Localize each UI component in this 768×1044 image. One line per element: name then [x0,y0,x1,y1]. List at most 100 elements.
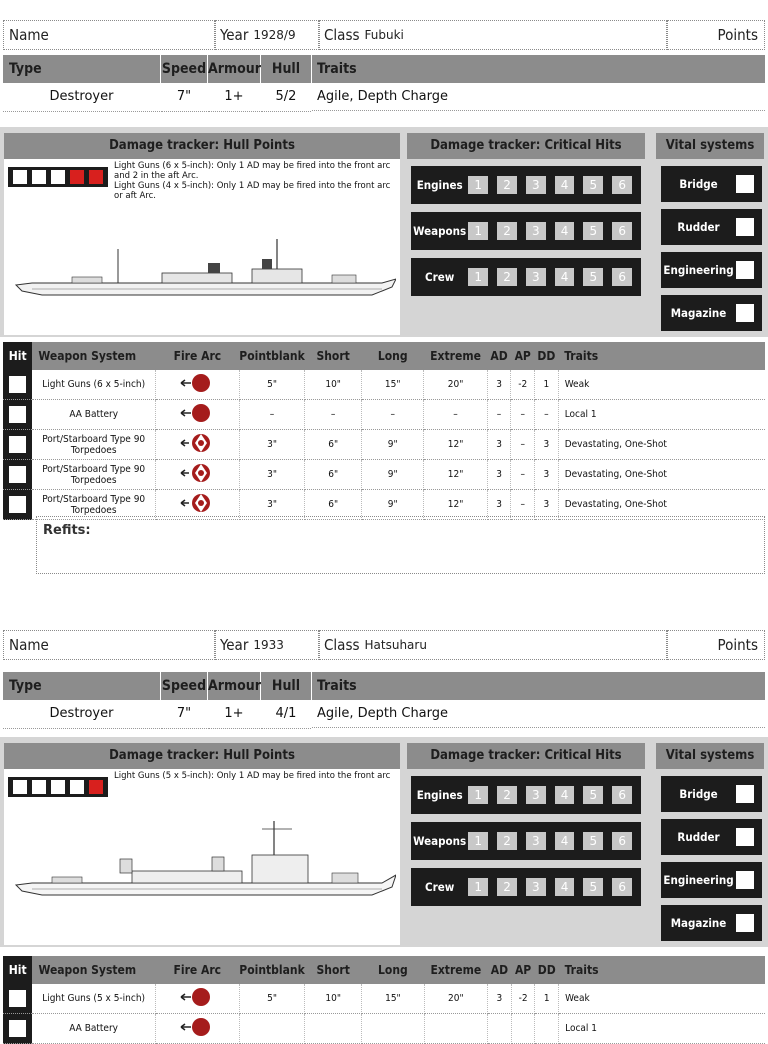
crit-box[interactable]: 6 [612,832,633,850]
vital-checkbox[interactable] [736,914,754,932]
crit-box[interactable]: 3 [525,268,546,286]
damage-zone: Damage tracker: Hull Points Light Guns (… [0,737,768,947]
vital-checkbox[interactable] [736,261,754,279]
vital-label: Rudder [677,220,720,234]
crit-box[interactable]: 2 [497,268,517,286]
weapon-pb-cell: 5" [239,370,306,400]
hull-point-box[interactable] [89,780,103,794]
hit-cell [3,984,33,1014]
crit-box[interactable]: 5 [583,268,604,286]
weapon-row: Port/Starboard Type 90 Torpedoes 3" 6" 9" 12… [3,489,765,520]
traits-value: Agile, Depth Charge [312,700,765,728]
weapon-traits-cell: Weak [558,370,765,400]
crit-box[interactable]: 1 [468,176,489,194]
crit-box[interactable]: 4 [554,786,575,804]
vital-checkbox[interactable] [736,871,754,889]
crit-row-label: Engines [416,178,463,192]
crit-box[interactable]: 3 [525,878,546,896]
weapon-traits-cell: Local 1 [558,1013,765,1044]
vital-checkbox[interactable] [736,218,754,236]
fire-arc-cell [155,399,240,430]
vital-checkbox[interactable] [736,785,754,803]
armour-value: 1+ [208,700,260,729]
weapons-header-cell: Traits [558,342,765,370]
class-label: Class [324,26,360,44]
hit-checkbox[interactable] [9,1020,27,1037]
crit-box[interactable]: 1 [468,878,489,896]
crit-box[interactable]: 5 [583,786,604,804]
crit-box[interactable]: 2 [497,786,517,804]
crit-box[interactable]: 5 [583,222,604,240]
weapon-ap-cell: – [510,399,536,430]
crit-box[interactable]: 5 [583,878,604,896]
weapon-extreme-cell: 20" [424,984,489,1014]
crit-box[interactable]: 3 [525,222,546,240]
fire-arc-turret-icon [180,988,211,1006]
weapon-long-cell: 9" [361,459,425,490]
crit-box[interactable]: 1 [468,222,489,240]
crit-box[interactable]: 2 [497,176,517,194]
fire-arc-broadside-icon [180,464,211,482]
name-field[interactable]: Name [3,630,215,660]
refits-box[interactable]: Refits: [36,516,765,574]
crit-box[interactable]: 6 [612,176,633,194]
crit-box[interactable]: 4 [554,176,575,194]
vital-checkbox[interactable] [736,828,754,846]
hull-point-box[interactable] [89,170,103,184]
weapon-row: Port/Starboard Type 90 Torpedoes 3" 6" 9" 12… [3,459,765,490]
crit-box[interactable]: 3 [525,176,546,194]
crit-box[interactable]: 6 [612,878,633,896]
crit-box[interactable]: 2 [497,832,517,850]
points-field[interactable]: Points [667,20,765,50]
vital-checkbox[interactable] [736,304,754,322]
hull-point-box[interactable] [32,170,46,184]
vital-checkbox[interactable] [736,175,754,193]
crit-row-weapons: Weapons 123456 [411,212,641,250]
hit-checkbox[interactable] [9,496,27,513]
crit-box[interactable]: 3 [525,832,546,850]
crit-box[interactable]: 2 [497,222,517,240]
hull-point-box[interactable] [13,780,27,794]
name-field[interactable]: Name [3,20,215,50]
crit-box[interactable]: 4 [554,222,575,240]
points-label: Points [717,26,758,44]
crit-box[interactable]: 3 [525,786,546,804]
vital-label: Engineering [663,263,734,277]
crit-box[interactable]: 4 [554,832,575,850]
crit-box[interactable]: 1 [468,832,489,850]
hull-point-box[interactable] [70,170,84,184]
hit-checkbox[interactable] [9,376,27,393]
hull-point-box[interactable] [51,170,65,184]
hit-checkbox[interactable] [9,466,27,483]
crit-box[interactable]: 4 [554,268,575,286]
weapon-traits-cell: Local 1 [558,399,765,430]
crit-box[interactable]: 6 [612,268,633,286]
crit-box[interactable]: 6 [612,222,633,240]
weapon-short-cell: 10" [304,370,363,400]
hull-point-box[interactable] [32,780,46,794]
weapon-dd-cell: 1 [534,984,560,1014]
weapon-extreme-cell [424,1013,489,1044]
weapon-ap-cell: -2 [511,984,536,1014]
crit-box[interactable]: 4 [554,878,575,896]
hit-checkbox[interactable] [9,406,27,423]
hull-point-box[interactable] [70,780,84,794]
crit-box[interactable]: 6 [612,786,633,804]
crit-box[interactable]: 1 [468,268,489,286]
crit-box[interactable]: 2 [497,878,517,896]
weapon-pb-cell [239,1013,306,1044]
crit-box[interactable]: 5 [583,832,604,850]
points-field[interactable]: Points [667,630,765,660]
hull-point-box[interactable] [51,780,65,794]
hull-value: 5/2 [261,83,311,112]
hull-point-box[interactable] [13,170,27,184]
hit-checkbox[interactable] [9,990,27,1007]
ship-silhouette [14,821,396,896]
hit-checkbox[interactable] [9,436,27,453]
vital-label: Magazine [670,916,727,930]
crit-box[interactable]: 5 [583,176,604,194]
weapons-header-cell: Pointblank [239,956,305,984]
traits-header: Traits [312,672,765,700]
crit-box[interactable]: 1 [468,786,489,804]
weapon-pb-cell: 3" [239,459,306,490]
